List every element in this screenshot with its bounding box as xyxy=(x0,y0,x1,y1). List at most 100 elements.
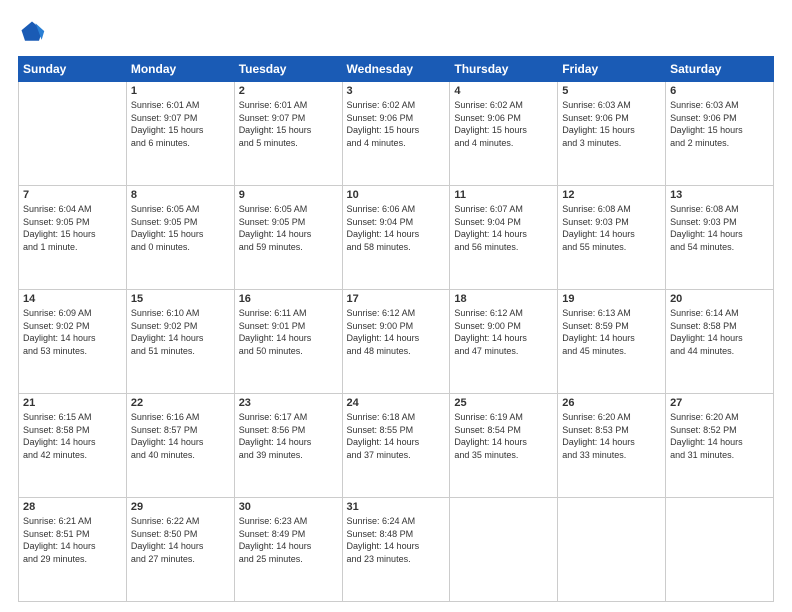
day-number: 8 xyxy=(131,189,230,201)
day-number: 17 xyxy=(347,293,446,305)
day-info: Sunrise: 6:08 AM Sunset: 9:03 PM Dayligh… xyxy=(562,203,661,253)
day-info: Sunrise: 6:03 AM Sunset: 9:06 PM Dayligh… xyxy=(670,99,769,149)
day-number: 2 xyxy=(239,85,338,97)
calendar-day-empty xyxy=(666,498,774,602)
day-number: 15 xyxy=(131,293,230,305)
calendar-week-row: 21Sunrise: 6:15 AM Sunset: 8:58 PM Dayli… xyxy=(19,394,774,498)
calendar-day-1: 1 Sunrise: 6:01 AM Sunset: 9:07 PM Daylig… xyxy=(126,82,234,186)
calendar-week-row: 7Sunrise: 6:04 AM Sunset: 9:05 PM Daylig… xyxy=(19,186,774,290)
day-number: 18 xyxy=(454,293,553,305)
calendar-day-30: 30 Sunrise: 6:23 AM Sunset: 8:49 PM Dayli… xyxy=(234,498,342,602)
calendar-day-9: 9 Sunrise: 6:05 AM Sunset: 9:05 PM Daylig… xyxy=(234,186,342,290)
page: SundayMondayTuesdayWednesdayThursdayFrid… xyxy=(0,0,792,612)
calendar-day-26: 26 Sunrise: 6:20 AM Sunset: 8:53 PM Dayli… xyxy=(558,394,666,498)
day-number: 11 xyxy=(454,189,553,201)
calendar-day-24: 24 Sunrise: 6:18 AM Sunset: 8:55 PM Dayli… xyxy=(342,394,450,498)
day-info: Sunrise: 6:08 AM Sunset: 9:03 PM Dayligh… xyxy=(670,203,769,253)
calendar-week-row: 14 Sunrise: 6:09 AM Sunset: 9:02 PM Dayli… xyxy=(19,290,774,394)
day-number: 30 xyxy=(239,501,338,513)
day-number: 6 xyxy=(670,85,769,97)
day-info: Sunrise: 6:03 AM Sunset: 9:06 PM Dayligh… xyxy=(562,99,661,149)
day-number: 31 xyxy=(347,501,446,513)
day-info: Sunrise: 6:12 AM Sunset: 9:00 PM Dayligh… xyxy=(347,307,446,357)
day-info: Sunrise: 6:05 AM Sunset: 9:05 PM Dayligh… xyxy=(239,203,338,253)
day-info: Sunrise: 6:24 AM Sunset: 8:48 PM Dayligh… xyxy=(347,515,446,565)
day-info: Sunrise: 6:17 AM Sunset: 8:56 PM Dayligh… xyxy=(239,411,338,461)
day-info: Sunrise: 6:06 AM Sunset: 9:04 PM Dayligh… xyxy=(347,203,446,253)
day-number: 28 xyxy=(23,501,122,513)
calendar-day-31: 31 Sunrise: 6:24 AM Sunset: 8:48 PM Dayli… xyxy=(342,498,450,602)
logo xyxy=(18,18,50,46)
calendar-day-20: 20Sunrise: 6:14 AM Sunset: 8:58 PM Dayli… xyxy=(666,290,774,394)
day-number: 9 xyxy=(239,189,338,201)
calendar-header-wednesday: Wednesday xyxy=(342,57,450,82)
day-number: 24 xyxy=(347,397,446,409)
calendar-day-17: 17 Sunrise: 6:12 AM Sunset: 9:00 PM Dayli… xyxy=(342,290,450,394)
calendar-day-10: 10 Sunrise: 6:06 AM Sunset: 9:04 PM Dayli… xyxy=(342,186,450,290)
day-info: Sunrise: 6:11 AM Sunset: 9:01 PM Dayligh… xyxy=(239,307,338,357)
calendar-day-21: 21Sunrise: 6:15 AM Sunset: 8:58 PM Dayli… xyxy=(19,394,127,498)
logo-icon xyxy=(18,18,46,46)
calendar-day-15: 15 Sunrise: 6:10 AM Sunset: 9:02 PM Dayli… xyxy=(126,290,234,394)
calendar-header-thursday: Thursday xyxy=(450,57,558,82)
day-info: Sunrise: 6:21 AM Sunset: 8:51 PM Dayligh… xyxy=(23,515,122,565)
day-info: Sunrise: 6:09 AM Sunset: 9:02 PM Dayligh… xyxy=(23,307,122,357)
day-number: 23 xyxy=(239,397,338,409)
calendar-header-row: SundayMondayTuesdayWednesdayThursdayFrid… xyxy=(19,57,774,82)
calendar-day-27: 27Sunrise: 6:20 AM Sunset: 8:52 PM Dayli… xyxy=(666,394,774,498)
calendar-header-monday: Monday xyxy=(126,57,234,82)
calendar-day-8: 8 Sunrise: 6:05 AM Sunset: 9:05 PM Daylig… xyxy=(126,186,234,290)
calendar-day-28: 28 Sunrise: 6:21 AM Sunset: 8:51 PM Dayli… xyxy=(19,498,127,602)
calendar-day-6: 6 Sunrise: 6:03 AM Sunset: 9:06 PM Daylig… xyxy=(666,82,774,186)
day-info: Sunrise: 6:14 AM Sunset: 8:58 PM Dayligh… xyxy=(670,307,769,357)
day-info: Sunrise: 6:02 AM Sunset: 9:06 PM Dayligh… xyxy=(347,99,446,149)
calendar-day-14: 14 Sunrise: 6:09 AM Sunset: 9:02 PM Dayli… xyxy=(19,290,127,394)
calendar-day-12: 12 Sunrise: 6:08 AM Sunset: 9:03 PM Dayli… xyxy=(558,186,666,290)
day-info: Sunrise: 6:18 AM Sunset: 8:55 PM Dayligh… xyxy=(347,411,446,461)
calendar-day-16: 16 Sunrise: 6:11 AM Sunset: 9:01 PM Dayli… xyxy=(234,290,342,394)
calendar-day-13: 13 Sunrise: 6:08 AM Sunset: 9:03 PM Dayli… xyxy=(666,186,774,290)
day-number: 19 xyxy=(562,293,661,305)
day-number: 5 xyxy=(562,85,661,97)
calendar-day-25: 25 Sunrise: 6:19 AM Sunset: 8:54 PM Dayli… xyxy=(450,394,558,498)
day-info: Sunrise: 6:10 AM Sunset: 9:02 PM Dayligh… xyxy=(131,307,230,357)
day-info: Sunrise: 6:16 AM Sunset: 8:57 PM Dayligh… xyxy=(131,411,230,461)
day-info: Sunrise: 6:23 AM Sunset: 8:49 PM Dayligh… xyxy=(239,515,338,565)
day-number: 22 xyxy=(131,397,230,409)
calendar-day-19: 19 Sunrise: 6:13 AM Sunset: 8:59 PM Dayli… xyxy=(558,290,666,394)
day-number: 14 xyxy=(23,293,122,305)
calendar-day-11: 11 Sunrise: 6:07 AM Sunset: 9:04 PM Dayli… xyxy=(450,186,558,290)
day-info: Sunrise: 6:02 AM Sunset: 9:06 PM Dayligh… xyxy=(454,99,553,149)
calendar-table: SundayMondayTuesdayWednesdayThursdayFrid… xyxy=(18,56,774,602)
calendar-day-empty xyxy=(558,498,666,602)
day-number: 3 xyxy=(347,85,446,97)
day-info: Sunrise: 6:22 AM Sunset: 8:50 PM Dayligh… xyxy=(131,515,230,565)
day-number: 26 xyxy=(562,397,661,409)
day-number: 13 xyxy=(670,189,769,201)
day-info: Sunrise: 6:04 AM Sunset: 9:05 PM Dayligh… xyxy=(23,203,122,253)
calendar-header-sunday: Sunday xyxy=(19,57,127,82)
day-info: Sunrise: 6:01 AM Sunset: 9:07 PM Dayligh… xyxy=(131,99,230,149)
calendar-header-friday: Friday xyxy=(558,57,666,82)
calendar-day-23: 23 Sunrise: 6:17 AM Sunset: 8:56 PM Dayli… xyxy=(234,394,342,498)
day-info: Sunrise: 6:13 AM Sunset: 8:59 PM Dayligh… xyxy=(562,307,661,357)
day-info: Sunrise: 6:01 AM Sunset: 9:07 PM Dayligh… xyxy=(239,99,338,149)
day-info: Sunrise: 6:07 AM Sunset: 9:04 PM Dayligh… xyxy=(454,203,553,253)
day-number: 1 xyxy=(131,85,230,97)
day-number: 25 xyxy=(454,397,553,409)
day-number: 29 xyxy=(131,501,230,513)
day-info: Sunrise: 6:20 AM Sunset: 8:53 PM Dayligh… xyxy=(562,411,661,461)
day-info: Sunrise: 6:05 AM Sunset: 9:05 PM Dayligh… xyxy=(131,203,230,253)
calendar-day-empty xyxy=(19,82,127,186)
calendar-day-7: 7Sunrise: 6:04 AM Sunset: 9:05 PM Daylig… xyxy=(19,186,127,290)
day-number: 16 xyxy=(239,293,338,305)
calendar-day-empty xyxy=(450,498,558,602)
day-info: Sunrise: 6:19 AM Sunset: 8:54 PM Dayligh… xyxy=(454,411,553,461)
day-number: 10 xyxy=(347,189,446,201)
day-number: 12 xyxy=(562,189,661,201)
calendar-header-tuesday: Tuesday xyxy=(234,57,342,82)
calendar-day-3: 3 Sunrise: 6:02 AM Sunset: 9:06 PM Daylig… xyxy=(342,82,450,186)
calendar-day-4: 4Sunrise: 6:02 AM Sunset: 9:06 PM Daylig… xyxy=(450,82,558,186)
calendar-day-18: 18Sunrise: 6:12 AM Sunset: 9:00 PM Dayli… xyxy=(450,290,558,394)
calendar-week-row: 1 Sunrise: 6:01 AM Sunset: 9:07 PM Daylig… xyxy=(19,82,774,186)
